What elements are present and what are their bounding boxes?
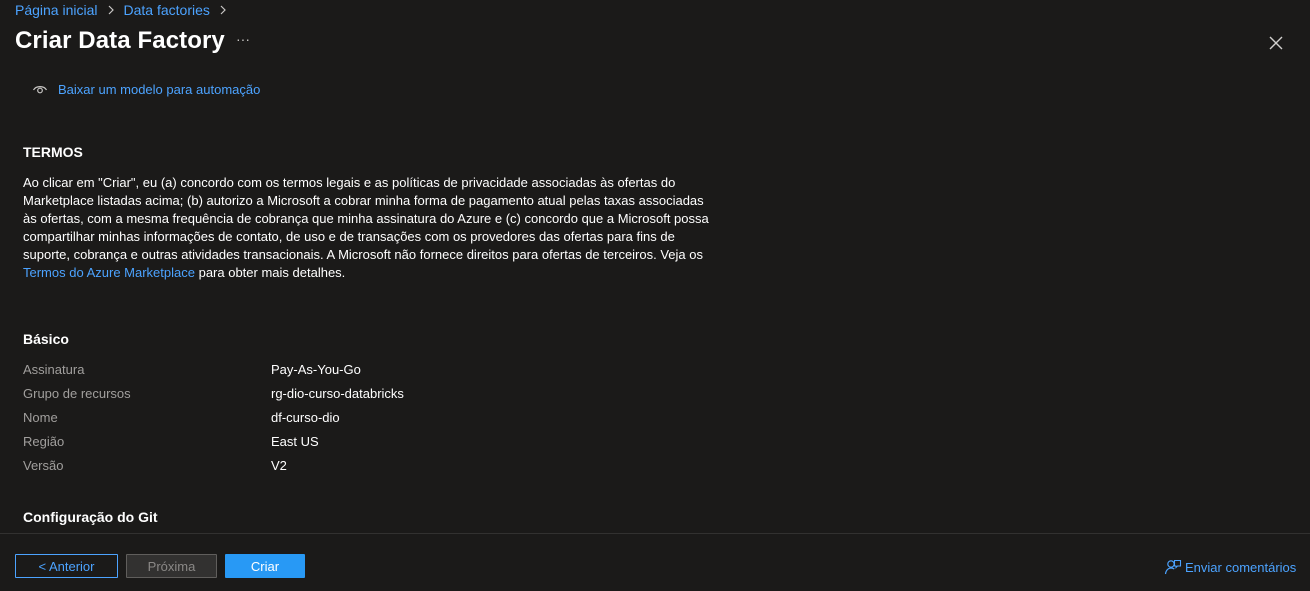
resource-group-value: rg-dio-curso-databricks	[271, 386, 404, 401]
next-button[interactable]: Próxima	[126, 554, 217, 578]
page-title: Criar Data Factory	[15, 27, 225, 54]
more-options-button[interactable]: ···	[233, 32, 253, 48]
close-icon	[1266, 36, 1286, 57]
region-label: Região	[23, 434, 65, 449]
close-button[interactable]	[1266, 33, 1286, 53]
terms-heading: TERMOS	[23, 144, 83, 160]
previous-button[interactable]: < Anterior	[15, 554, 118, 578]
download-template-link[interactable]: Baixar um modelo para automação	[32, 80, 260, 98]
version-value: V2	[271, 458, 287, 473]
terms-body-text: Ao clicar em "Criar", eu (a) concordo co…	[23, 175, 709, 262]
send-feedback-link[interactable]: Enviar comentários	[1164, 558, 1296, 576]
version-label: Versão	[23, 458, 64, 473]
chevron-right-icon	[219, 5, 227, 15]
git-config-heading: Configuração do Git	[23, 509, 158, 525]
download-template-label[interactable]: Baixar um modelo para automação	[58, 82, 260, 97]
create-button[interactable]: Criar	[225, 554, 305, 578]
terms-body: Ao clicar em "Criar", eu (a) concordo co…	[23, 174, 713, 282]
feedback-person-icon	[1164, 558, 1182, 576]
breadcrumb: Página inicial Data factories	[15, 0, 236, 20]
name-value: df-curso-dio	[271, 410, 340, 425]
breadcrumb-home-link[interactable]: Página inicial	[15, 2, 98, 18]
resource-group-label: Grupo de recursos	[23, 386, 131, 401]
subscription-value: Pay-As-You-Go	[271, 362, 361, 377]
send-feedback-label[interactable]: Enviar comentários	[1185, 560, 1296, 575]
breadcrumb-data-factories-link[interactable]: Data factories	[124, 2, 210, 18]
footer-divider	[0, 533, 1310, 534]
chevron-right-icon	[107, 5, 115, 15]
subscription-label: Assinatura	[23, 362, 85, 377]
region-value: East US	[271, 434, 319, 449]
azure-marketplace-terms-link[interactable]: Termos do Azure Marketplace	[23, 265, 195, 280]
basics-heading: Básico	[23, 331, 69, 347]
name-label: Nome	[23, 410, 58, 425]
eye-icon	[32, 81, 48, 97]
terms-suffix: para obter mais detalhes.	[198, 265, 346, 280]
